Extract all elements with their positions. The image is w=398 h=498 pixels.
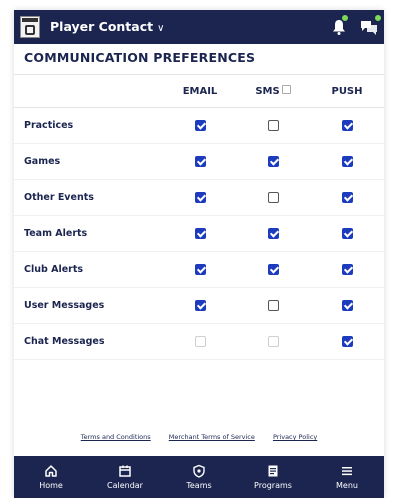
cell-email xyxy=(164,179,236,216)
sms-checkbox[interactable] xyxy=(267,191,279,203)
cell-email xyxy=(164,251,236,288)
nav-teams[interactable]: Teams xyxy=(162,456,236,498)
row-label: Team Alerts xyxy=(14,215,164,252)
nav-label-programs: Programs xyxy=(254,481,292,490)
row-label: Chat Messages xyxy=(14,323,164,360)
bottom-navigation: Home Calendar Teams Programs Menu xyxy=(14,456,384,498)
push-checkbox[interactable] xyxy=(341,155,353,167)
calendar-icon xyxy=(119,465,131,477)
page-title: COMMUNICATION PREFERENCES xyxy=(24,50,256,65)
club-logo-icon[interactable] xyxy=(20,16,40,38)
email-checkbox[interactable] xyxy=(194,227,206,239)
clipboard-icon xyxy=(268,465,278,477)
cell-sms xyxy=(236,323,310,360)
cell-push xyxy=(310,143,384,180)
shield-icon xyxy=(193,464,205,478)
table-row: Other Events xyxy=(14,179,384,216)
cell-email xyxy=(164,215,236,252)
cell-sms xyxy=(236,143,310,180)
column-header-push: PUSH xyxy=(310,74,384,108)
cell-sms xyxy=(236,251,310,288)
chat-badge xyxy=(374,14,382,22)
merchant-terms-link[interactable]: Merchant Terms of Service xyxy=(169,433,255,441)
sms-checkbox[interactable] xyxy=(267,299,279,311)
email-checkbox[interactable] xyxy=(194,155,206,167)
app-header: Player Contact ∨ xyxy=(14,10,384,44)
nav-home[interactable]: Home xyxy=(14,456,88,498)
sms-checkbox[interactable] xyxy=(267,119,279,131)
context-title: Player Contact xyxy=(50,19,154,34)
cell-sms xyxy=(236,215,310,252)
table-row: Games xyxy=(14,143,384,180)
push-checkbox[interactable] xyxy=(341,119,353,131)
cell-push xyxy=(310,287,384,324)
nav-programs[interactable]: Programs xyxy=(236,456,310,498)
nav-menu[interactable]: Menu xyxy=(310,456,384,498)
cell-push xyxy=(310,251,384,288)
sms-checkbox[interactable] xyxy=(267,155,279,167)
row-label: Club Alerts xyxy=(14,251,164,288)
push-checkbox[interactable] xyxy=(341,227,353,239)
hamburger-menu-icon xyxy=(342,467,352,476)
cell-email xyxy=(164,143,236,180)
cell-push xyxy=(310,215,384,252)
terms-link[interactable]: Terms and Conditions xyxy=(81,433,151,441)
nav-label-home: Home xyxy=(39,481,63,490)
footer-links: Terms and Conditions Merchant Terms of S… xyxy=(14,433,384,441)
cell-sms xyxy=(236,179,310,216)
cell-email xyxy=(164,323,236,360)
cell-sms xyxy=(236,287,310,324)
email-checkbox[interactable] xyxy=(194,119,206,131)
sms-label: SMS xyxy=(255,85,280,97)
cell-push xyxy=(310,107,384,144)
notification-badge xyxy=(341,14,349,22)
header-empty xyxy=(14,74,164,108)
home-icon xyxy=(45,465,57,477)
email-checkbox[interactable] xyxy=(194,299,206,311)
table-row: Practices xyxy=(14,107,384,144)
chevron-down-icon: ∨ xyxy=(157,23,165,34)
preferences-table: EMAIL SMS PUSH Practices Games Other Event… xyxy=(14,74,384,360)
app-screen: Player Contact ∨ COMMUNICATION PREFERENCE… xyxy=(14,10,384,498)
cell-push xyxy=(310,179,384,216)
email-checkbox[interactable] xyxy=(194,191,206,203)
push-checkbox[interactable] xyxy=(341,335,353,347)
table-row: Club Alerts xyxy=(14,251,384,288)
sms-checkbox[interactable] xyxy=(267,227,279,239)
privacy-policy-link[interactable]: Privacy Policy xyxy=(273,433,317,441)
row-label: Other Events xyxy=(14,179,164,216)
table-row: User Messages xyxy=(14,287,384,324)
nav-label-menu: Menu xyxy=(336,481,358,490)
cell-email xyxy=(164,287,236,324)
cell-email xyxy=(164,107,236,144)
table-header-row: EMAIL SMS PUSH xyxy=(14,74,384,108)
nav-label-teams: Teams xyxy=(186,481,212,490)
email-checkbox xyxy=(194,335,206,347)
info-icon[interactable] xyxy=(281,85,291,94)
email-checkbox[interactable] xyxy=(194,263,206,275)
table-row: Chat Messages xyxy=(14,323,384,360)
push-checkbox[interactable] xyxy=(341,263,353,275)
cell-sms xyxy=(236,107,310,144)
row-label: Practices xyxy=(14,107,164,144)
push-checkbox[interactable] xyxy=(341,191,353,203)
push-checkbox[interactable] xyxy=(341,299,353,311)
column-header-email: EMAIL xyxy=(164,74,236,108)
sms-checkbox[interactable] xyxy=(267,263,279,275)
row-label: User Messages xyxy=(14,287,164,324)
table-row: Team Alerts xyxy=(14,215,384,252)
sms-checkbox xyxy=(267,335,279,347)
nav-calendar[interactable]: Calendar xyxy=(88,456,162,498)
nav-label-calendar: Calendar xyxy=(107,481,143,490)
row-label: Games xyxy=(14,143,164,180)
column-header-sms: SMS xyxy=(236,74,310,108)
context-selector[interactable]: Player Contact ∨ xyxy=(50,10,164,44)
cell-push xyxy=(310,323,384,360)
